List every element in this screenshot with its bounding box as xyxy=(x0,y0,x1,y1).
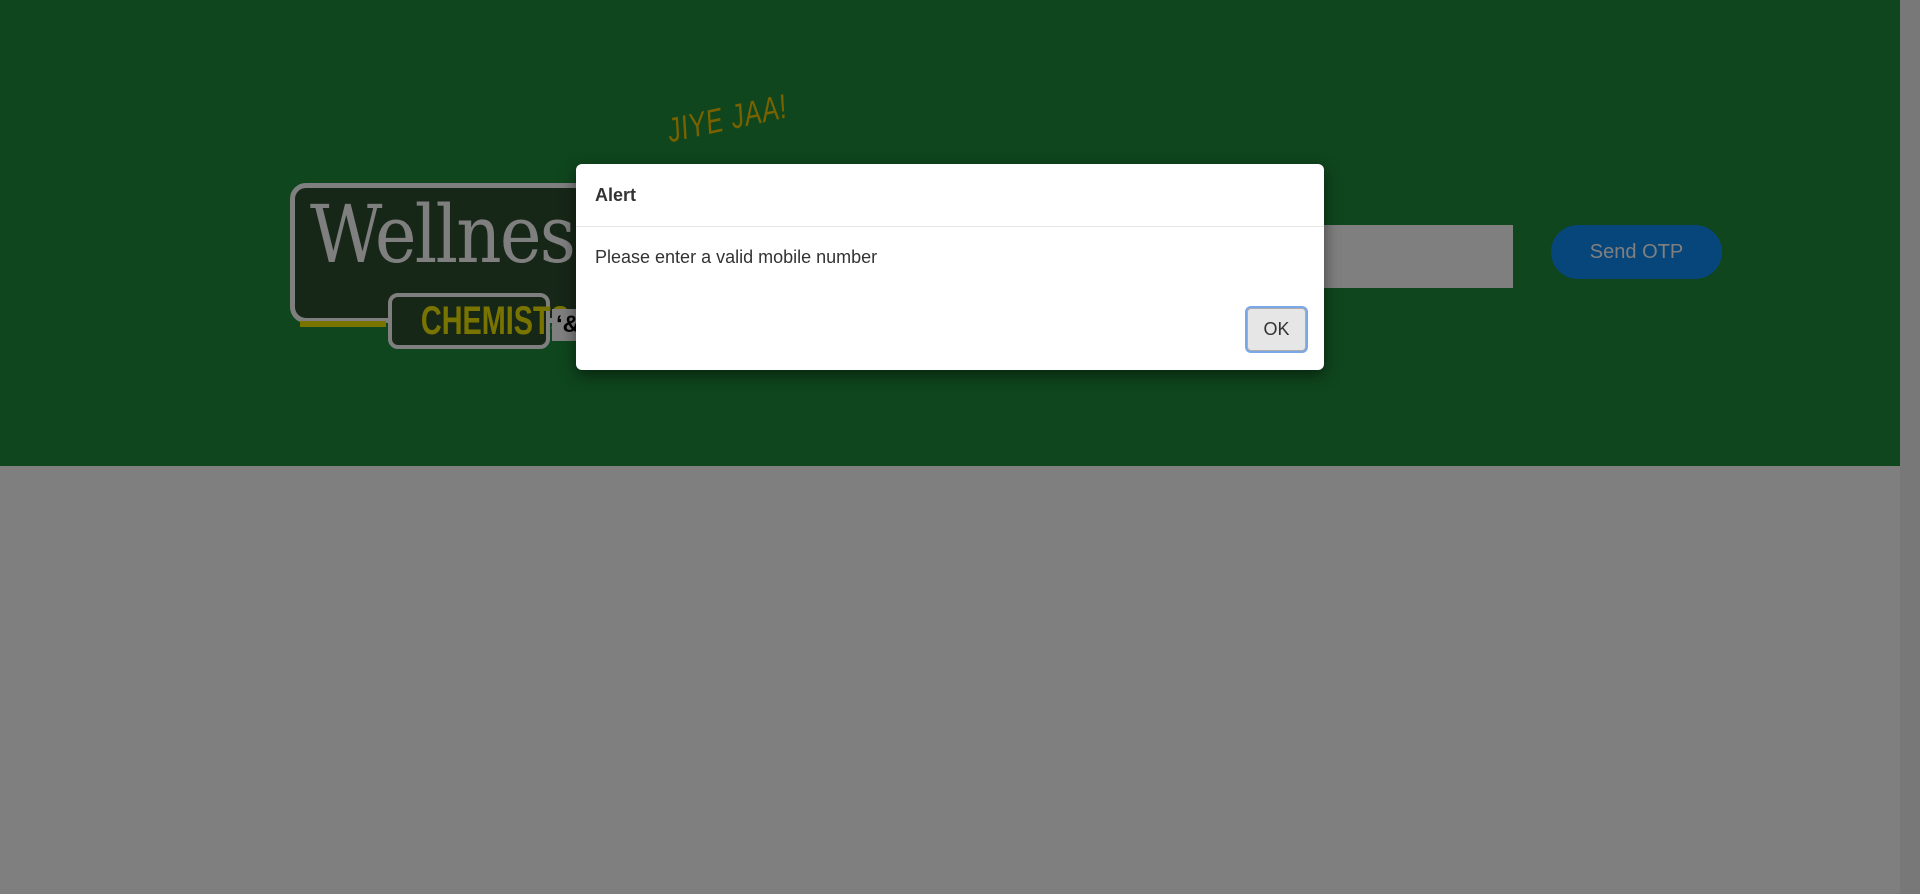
alert-dialog: Alert Please enter a valid mobile number… xyxy=(576,164,1324,370)
ok-button[interactable]: OK xyxy=(1247,308,1306,351)
dialog-title: Alert xyxy=(595,184,637,205)
dialog-header: Alert xyxy=(576,164,1324,227)
dialog-message: Please enter a valid mobile number xyxy=(595,247,878,267)
dialog-body: Please enter a valid mobile number xyxy=(576,227,1324,287)
modal-overlay xyxy=(0,0,1920,894)
